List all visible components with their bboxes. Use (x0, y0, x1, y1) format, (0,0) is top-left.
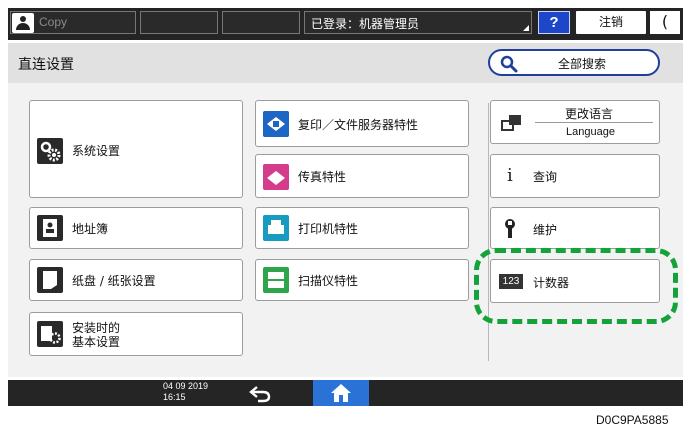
inquiry-label: 查询 (533, 170, 558, 184)
settings-panel: 系统设置 地址簿 纸盘 / 纸张设置 安装时的 基本设置 复印／文件服务器特性 … (8, 83, 683, 377)
scanner-features-label: 扫描仪特性 (298, 274, 359, 288)
figure-code: D0C9PA5885 (596, 413, 669, 427)
function-slot[interactable] (222, 11, 300, 34)
login-status-field: 已登录：机器管理员 (304, 11, 532, 34)
datetime-display: 04 09 2019 16:15 (163, 381, 208, 403)
date-text: 04 09 2019 (163, 381, 209, 391)
gears-icon (37, 138, 63, 164)
fax-icon (263, 164, 289, 190)
language-divider (535, 122, 653, 123)
bottom-bar: 04 09 2019 16:15 (8, 380, 683, 406)
initial-settings-label-line2: 基本设置 (72, 335, 121, 349)
search-all-button[interactable]: 全部搜索 (488, 49, 660, 76)
counter-highlight-ring (474, 248, 678, 324)
change-language-label: 更改语言 (565, 107, 614, 121)
function-slot[interactable] (140, 11, 218, 34)
help-button[interactable]: ? (538, 11, 570, 34)
copy-function-tab[interactable]: Copy (10, 11, 136, 34)
inquiry-button[interactable]: i 查询 (490, 154, 660, 198)
fax-features-label: 传真特性 (298, 170, 347, 184)
tray-paper-settings-button[interactable]: 纸盘 / 纸张设置 (29, 259, 243, 301)
maintenance-button[interactable]: 维护 (490, 207, 660, 249)
printer-features-button[interactable]: 打印机特性 (255, 207, 469, 249)
home-icon (331, 384, 351, 402)
scanner-icon (263, 267, 289, 293)
tray-paper-settings-label: 纸盘 / 纸张设置 (72, 274, 156, 288)
moon-icon: ( (661, 12, 669, 31)
home-button[interactable] (313, 380, 369, 406)
search-all-label: 全部搜索 (558, 57, 607, 71)
address-book-label: 地址簿 (72, 222, 109, 236)
system-settings-button[interactable]: 系统设置 (29, 100, 243, 198)
search-icon (500, 55, 518, 73)
login-status-text: 已登录：机器管理员 (311, 17, 420, 31)
wrench-icon (505, 219, 515, 238)
title-bar: 直连设置 全部搜索 (8, 43, 683, 83)
copy-label: Copy (39, 15, 68, 29)
fax-features-button[interactable]: 传真特性 (255, 154, 469, 198)
user-icon[interactable] (12, 13, 34, 33)
copier-features-button[interactable]: 复印／文件服务器特性 (255, 100, 469, 147)
address-book-button[interactable]: 地址簿 (29, 207, 243, 249)
language-label: Language (566, 126, 615, 138)
info-icon: i (507, 165, 513, 186)
maintenance-label: 维护 (533, 223, 558, 237)
language-switch-icon (501, 115, 521, 131)
logout-button[interactable]: 注销 (576, 11, 646, 34)
back-button[interactable] (245, 383, 275, 403)
copier-features-label: 复印／文件服务器特性 (298, 118, 419, 132)
scanner-features-button[interactable]: 扫描仪特性 (255, 259, 469, 301)
sleep-button[interactable]: ( (650, 11, 680, 34)
initial-settings-button[interactable]: 安装时的 基本设置 (29, 312, 243, 356)
copier-icon (263, 111, 289, 137)
page-title: 直连设置 (18, 57, 74, 73)
address-book-icon (37, 215, 63, 241)
time-text: 16:15 (163, 392, 186, 402)
system-settings-label: 系统设置 (72, 144, 121, 158)
back-arrow-icon (249, 386, 271, 403)
change-language-button[interactable]: 更改语言 Language (490, 100, 660, 144)
printer-icon (263, 215, 289, 241)
initial-setup-icon (37, 321, 63, 347)
resize-corner-icon (523, 25, 529, 31)
top-status-bar: Copy 已登录：机器管理员 ? 注销 ( (8, 8, 683, 40)
printer-features-label: 打印机特性 (298, 222, 359, 236)
paper-tray-icon (37, 267, 63, 293)
